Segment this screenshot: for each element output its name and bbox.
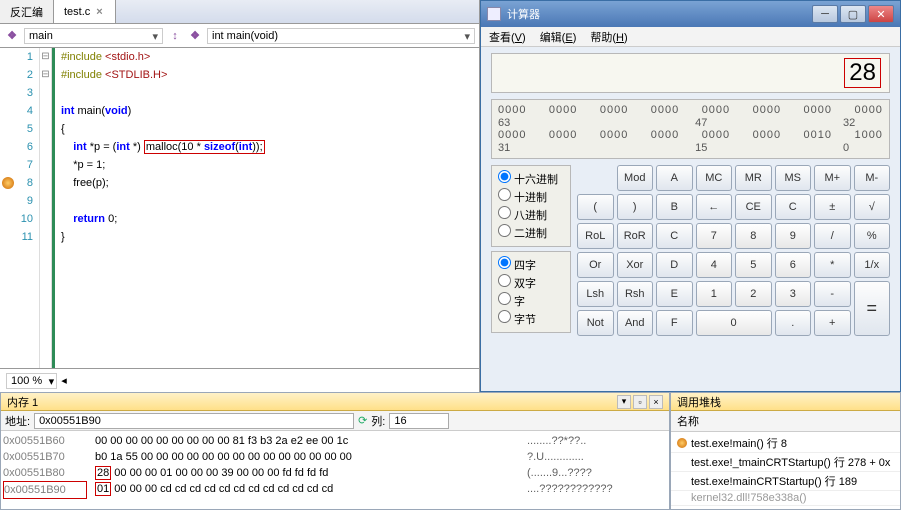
key-RoR[interactable]: RoR [617, 223, 654, 249]
key-9[interactable]: 9 [775, 223, 812, 249]
name-column[interactable]: 名称 [671, 411, 900, 432]
key-√[interactable]: √ [854, 194, 891, 220]
key-A[interactable]: A [656, 165, 693, 191]
memory-grid[interactable]: 0x00551B6000 00 00 00 00 00 00 00 00 81 … [1, 431, 669, 501]
key-RoL[interactable]: RoL [577, 223, 614, 249]
keypad: ModAMCMRMSM+M-()B←CEC±√RoLRoRC789/%OrXor… [577, 165, 890, 336]
memory-header[interactable]: 内存 1 ▾▫× [1, 393, 669, 411]
callstack-header[interactable]: 调用堆栈 [671, 393, 900, 411]
key-MC[interactable]: MC [696, 165, 733, 191]
key-CE[interactable]: CE [735, 194, 772, 220]
key-0[interactable]: 0 [696, 310, 772, 336]
memory-row[interactable]: 0x00551B6000 00 00 00 00 00 00 00 00 81 … [3, 433, 667, 449]
tab-disassembly[interactable]: 反汇编 [0, 0, 54, 23]
close-icon[interactable]: × [649, 395, 663, 409]
key-Or[interactable]: Or [577, 252, 614, 278]
key-%[interactable]: % [854, 223, 891, 249]
memory-row[interactable]: 0x00551B8028 00 00 00 01 00 00 00 39 00 … [3, 465, 667, 481]
key-And[interactable]: And [617, 310, 654, 336]
code-editor: 反汇编 test.c× ❖ main ↕ ❖ int main(void) 12… [0, 0, 480, 392]
chevron-left-icon[interactable]: ◂ [61, 374, 67, 387]
key-M-[interactable]: M- [854, 165, 891, 191]
menu-H[interactable]: 帮助(H) [590, 29, 627, 44]
equals-button[interactable]: = [854, 281, 891, 336]
key-C[interactable]: C [656, 223, 693, 249]
key-C[interactable]: C [775, 194, 812, 220]
pin-icon[interactable]: ▫ [633, 395, 647, 409]
zoom-dropdown[interactable]: 100 % [6, 373, 57, 389]
key-/[interactable]: / [814, 223, 851, 249]
close-button[interactable]: ✕ [868, 5, 894, 23]
editor-toolbar: ❖ main ↕ ❖ int main(void) [0, 24, 479, 48]
memory-row[interactable]: 0x00551B9001 00 00 00 cd cd cd cd cd cd … [3, 481, 667, 499]
key-MS[interactable]: MS [775, 165, 812, 191]
word-radios: 四字 双字 字 字节 [491, 251, 571, 333]
key-Mod[interactable]: Mod [617, 165, 654, 191]
key-Lsh[interactable]: Lsh [577, 281, 614, 307]
stack-frame[interactable]: test.exe!_tmainCRTStartup() 行 278 + 0x [671, 453, 900, 472]
key-Xor[interactable]: Xor [617, 252, 654, 278]
memory-panel: 内存 1 ▾▫× 地址: ⟳ 列: 0x00551B6000 00 00 00 … [0, 392, 670, 510]
menu-V[interactable]: 查看(V) [489, 29, 526, 44]
nav-icon[interactable]: ↕ [167, 28, 183, 44]
window-title: 计算器 [507, 6, 540, 22]
key-F[interactable]: F [656, 310, 693, 336]
key-8[interactable]: 8 [735, 223, 772, 249]
scope-icon: ❖ [4, 28, 20, 44]
key-±[interactable]: ± [814, 194, 851, 220]
titlebar[interactable]: 计算器 ─ ▢ ✕ [481, 1, 900, 27]
key-1/x[interactable]: 1/x [854, 252, 891, 278]
key-5[interactable]: 5 [735, 252, 772, 278]
key-MR[interactable]: MR [735, 165, 772, 191]
maximize-button[interactable]: ▢ [840, 5, 866, 23]
stack-frame[interactable]: kernel32.dll!758e338a() [671, 491, 900, 506]
key-*[interactable]: * [814, 252, 851, 278]
display-value: 28 [844, 58, 881, 88]
close-icon[interactable]: × [94, 6, 104, 18]
zoom-bar: 100 % ◂ [0, 368, 479, 392]
calculator-window: 计算器 ─ ▢ ✕ 查看(V)编辑(E)帮助(H) 28 00000000000… [480, 0, 901, 392]
function-dropdown[interactable]: int main(void) [207, 28, 475, 44]
base-radios: 十六进制 十进制 八进制 二进制 [491, 165, 571, 247]
func-icon: ❖ [187, 28, 203, 44]
key-)[interactable]: ) [617, 194, 654, 220]
key-3[interactable]: 3 [775, 281, 812, 307]
menu-E[interactable]: 编辑(E) [540, 29, 577, 44]
dropdown-icon[interactable]: ▾ [617, 395, 631, 409]
address-input[interactable] [34, 413, 354, 429]
key-Rsh[interactable]: Rsh [617, 281, 654, 307]
key-E[interactable]: E [656, 281, 693, 307]
app-icon [487, 7, 501, 21]
key--[interactable]: - [814, 281, 851, 307]
scope-dropdown[interactable]: main [24, 28, 163, 44]
memory-row[interactable]: 0x00551B70b0 1a 55 00 00 00 00 00 00 00 … [3, 449, 667, 465]
columns-input[interactable] [389, 413, 449, 429]
key-([interactable]: ( [577, 194, 614, 220]
key-.[interactable]: . [775, 310, 812, 336]
code-area[interactable]: 1234567891011 ⊟⊟ #include <stdio.h>#incl… [0, 48, 479, 368]
key-6[interactable]: 6 [775, 252, 812, 278]
callstack-panel: 调用堆栈 名称 test.exe!main() 行 8test.exe!_tma… [670, 392, 901, 510]
memory-toolbar: 地址: ⟳ 列: [1, 411, 669, 431]
tab-source[interactable]: test.c× [54, 0, 116, 23]
key-+[interactable]: + [814, 310, 851, 336]
key-D[interactable]: D [656, 252, 693, 278]
key-←[interactable]: ← [696, 194, 733, 220]
menubar: 查看(V) 编辑(E) 帮助(H) [481, 27, 900, 47]
stack-list[interactable]: test.exe!main() 行 8test.exe!_tmainCRTSta… [671, 432, 900, 508]
stack-frame[interactable]: test.exe!main() 行 8 [671, 434, 900, 453]
display: 28 [491, 53, 890, 93]
bit-display: 00000000000000000000000000000000 63 47 3… [491, 99, 890, 159]
key-Not[interactable]: Not [577, 310, 614, 336]
key-7[interactable]: 7 [696, 223, 733, 249]
key-2[interactable]: 2 [735, 281, 772, 307]
minimize-button[interactable]: ─ [812, 5, 838, 23]
key-M+[interactable]: M+ [814, 165, 851, 191]
stack-frame[interactable]: test.exe!mainCRTStartup() 行 189 [671, 472, 900, 491]
key-4[interactable]: 4 [696, 252, 733, 278]
key-B[interactable]: B [656, 194, 693, 220]
editor-tabs: 反汇编 test.c× [0, 0, 479, 24]
key-1[interactable]: 1 [696, 281, 733, 307]
